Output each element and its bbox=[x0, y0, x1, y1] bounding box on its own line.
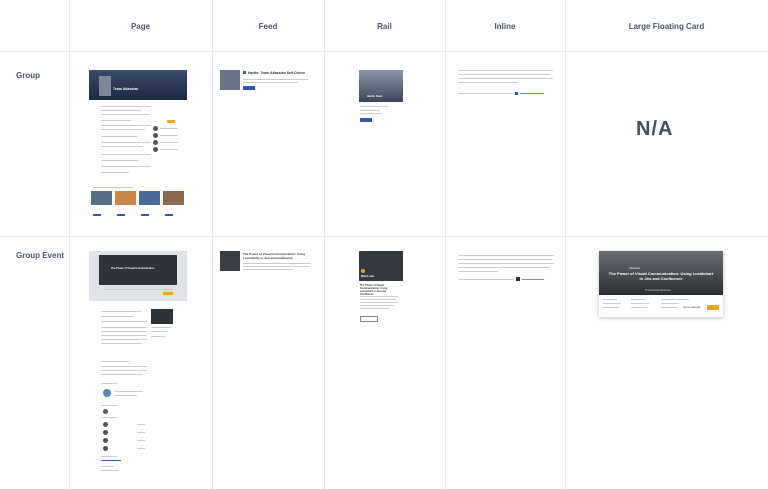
event-feed-card: The Power of Visual Communication: Using… bbox=[220, 251, 315, 276]
column-header-page: Page bbox=[130, 22, 151, 31]
comparison-grid: Page Feed Rail Inline Large Floating Car… bbox=[0, 0, 768, 489]
card-register-button[interactable] bbox=[707, 305, 719, 310]
column-header-rail: Rail bbox=[377, 22, 392, 31]
group-inline-text bbox=[458, 70, 558, 100]
group-page-mockup: Team Atlassian bbox=[89, 70, 187, 220]
event-large-floating-card: Atlassian The Power of Visual Communicat… bbox=[599, 251, 723, 317]
group-rail-card: Hartfo: Team bbox=[359, 70, 403, 126]
event-page-mockup: The Power of Visual Communication bbox=[89, 251, 187, 481]
card-title: The Power of Visual Communication: Using… bbox=[608, 271, 714, 281]
row-header-group: Group bbox=[16, 71, 40, 80]
group-feed-card: Hartfo: Team Atlassian Self-Driven bbox=[220, 70, 315, 95]
event-rail-card: Watch now The Power of Visual Communicat… bbox=[359, 251, 403, 323]
card-secondary-link[interactable]: Add to calendar bbox=[683, 306, 701, 309]
row-header-group-event: Group Event bbox=[16, 251, 65, 260]
event-inline-text bbox=[458, 255, 558, 285]
column-header-inline: Inline bbox=[494, 22, 516, 31]
column-header-large-floating-card: Large Floating Card bbox=[628, 22, 705, 31]
na-label: N/A bbox=[636, 118, 674, 140]
column-header-feed: Feed bbox=[258, 22, 278, 31]
